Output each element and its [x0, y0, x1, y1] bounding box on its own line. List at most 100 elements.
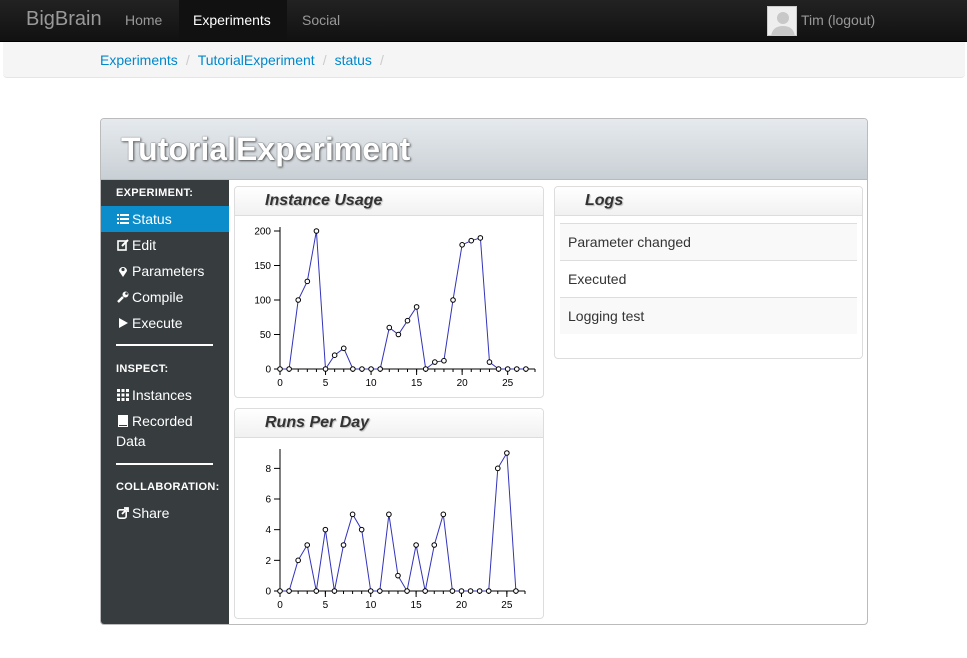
x-tick-label: 10 — [365, 600, 377, 611]
breadcrumb-experiments[interactable]: Experiments — [100, 52, 178, 68]
breadcrumb-experiment[interactable]: TutorialExperiment — [198, 52, 315, 68]
data-point — [359, 366, 365, 372]
nav-social[interactable]: Social — [288, 0, 354, 41]
sidebar-item-label: Compile — [132, 289, 184, 305]
logs-header: Logs — [555, 187, 862, 216]
y-tick-label: 6 — [265, 495, 271, 506]
runs-per-day-chart: 0 5 10 15 20 25 0 2 4 6 8 — [265, 449, 526, 611]
sidebar-item-recorded-data[interactable]: Recorded Data — [101, 408, 229, 452]
data-point — [304, 542, 311, 548]
data-point — [377, 366, 383, 372]
data-point — [313, 588, 320, 594]
sidebar-item-label: Parameters — [132, 263, 205, 279]
x-tick-label: 5 — [323, 600, 329, 611]
sidebar-item-parameters[interactable]: Parameters — [101, 258, 229, 284]
log-entry: Logging test — [560, 297, 857, 334]
log-entry: Parameter changed — [560, 223, 857, 260]
data-point — [459, 242, 465, 248]
data-point — [504, 450, 510, 456]
sidebar-item-label: Share — [132, 505, 170, 521]
sidebar-item-status[interactable]: Status — [101, 206, 229, 232]
x-tick-label: 20 — [456, 600, 468, 611]
sidebar: EXPERIMENT: Status Edit Parameters Compi… — [101, 180, 229, 624]
breadcrumb-bar: Experiments / TutorialExperiment / status / — [3, 42, 965, 78]
share-icon — [117, 507, 129, 519]
y-tick-label: 100 — [254, 296, 271, 307]
data-point — [432, 359, 438, 365]
data-point — [350, 366, 356, 372]
instance-usage-header: Instance Usage — [235, 187, 543, 216]
x-tick-label: 0 — [277, 600, 283, 611]
data-point — [449, 588, 456, 594]
data-point — [404, 317, 411, 324]
data-point — [286, 366, 292, 372]
breadcrumb-status[interactable]: status — [335, 52, 372, 68]
x-tick-label: 20 — [457, 378, 469, 389]
user-silhouette-icon — [768, 7, 796, 35]
data-point — [304, 278, 311, 285]
runs-per-day-title: Runs Per Day — [265, 414, 370, 431]
sidebar-item-edit[interactable]: Edit — [101, 232, 229, 258]
edit-icon — [117, 239, 129, 251]
data-point — [340, 345, 347, 352]
data-point — [450, 297, 456, 303]
data-point — [277, 588, 283, 594]
sidebar-section-experiment: EXPERIMENT: — [116, 187, 194, 199]
sidebar-item-share[interactable]: Share — [101, 500, 229, 526]
series-line — [280, 230, 526, 371]
data-point — [295, 297, 302, 303]
data-point — [286, 588, 292, 594]
data-point — [441, 357, 447, 364]
data-point — [523, 366, 529, 372]
x-tick-label: 25 — [502, 378, 514, 389]
data-point — [313, 228, 320, 234]
y-tick-label: 4 — [265, 525, 271, 536]
logs-panel: Logs Parameter changed Executed Logging … — [554, 186, 863, 359]
avatar[interactable] — [767, 6, 797, 36]
breadcrumb-separator: / — [322, 52, 327, 68]
instance-usage-chart: 0 5 10 15 20 25 0 50 100 150 200 — [254, 227, 536, 389]
runs-per-day-panel: Runs Per Day 0 5 10 15 20 25 0 2 4 6 8 — [234, 408, 544, 619]
data-point — [395, 572, 401, 579]
instance-usage-panel: Instance Usage 0 5 10 15 20 25 0 50 100 150 200 — [234, 186, 544, 398]
data-point — [404, 588, 410, 594]
sidebar-section-inspect: INSPECT: — [116, 363, 169, 375]
data-point — [458, 588, 465, 594]
sidebar-item-label: Execute — [132, 315, 183, 331]
data-point — [395, 331, 402, 338]
y-tick-label: 50 — [260, 330, 272, 341]
data-point — [331, 588, 338, 594]
data-point — [485, 588, 492, 594]
y-tick-label: 200 — [254, 227, 271, 238]
experiment-panel: TutorialExperiment EXPERIMENT: Status Ed… — [100, 118, 868, 625]
log-entry: Executed — [560, 260, 857, 297]
map-marker-icon — [119, 267, 127, 277]
brand-logo[interactable]: BigBrain — [26, 8, 102, 31]
data-point — [358, 526, 365, 533]
sidebar-item-label: Edit — [132, 237, 157, 253]
wrench-icon — [117, 291, 129, 303]
sidebar-item-compile[interactable]: Compile — [101, 284, 229, 310]
sidebar-item-execute[interactable]: Execute — [101, 310, 229, 336]
sidebar-item-label: Instances — [132, 387, 192, 403]
nav-home[interactable]: Home — [111, 0, 176, 41]
sidebar-item-label: Data — [116, 433, 146, 449]
user-logout-link[interactable]: Tim (logout) — [801, 0, 875, 41]
data-point — [422, 588, 428, 594]
sidebar-item-instances[interactable]: Instances — [101, 382, 229, 408]
top-navbar: BigBrain Home Experiments Social Tim (lo… — [0, 0, 967, 42]
sidebar-item-label: Recorded — [132, 413, 193, 429]
y-tick-label: 0 — [265, 587, 271, 598]
breadcrumb: Experiments / TutorialExperiment / status / — [100, 42, 392, 78]
breadcrumb-separator: / — [185, 52, 190, 68]
breadcrumb-separator: / — [379, 52, 384, 68]
runs-per-day-header: Runs Per Day — [235, 409, 543, 438]
book-icon — [118, 415, 128, 427]
y-tick-label: 8 — [265, 464, 271, 475]
data-point — [476, 588, 483, 594]
data-point — [413, 542, 419, 548]
x-tick-label: 10 — [366, 378, 378, 389]
series-line — [280, 451, 517, 593]
list-icon — [117, 214, 129, 224]
nav-experiments[interactable]: Experiments — [179, 0, 287, 41]
